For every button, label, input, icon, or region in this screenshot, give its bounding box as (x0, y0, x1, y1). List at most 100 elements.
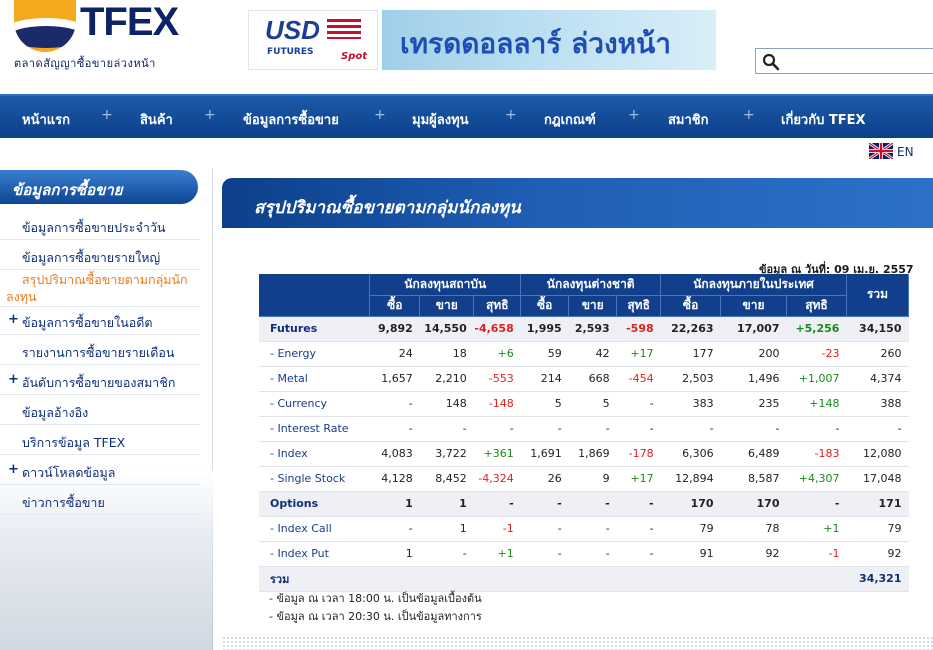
table-cell: 9,892 (369, 316, 420, 342)
sidebar-item-reference[interactable]: ข้อมูลอ้างอิง (0, 399, 200, 425)
row-label: Options (259, 491, 370, 517)
table-cell: 9 (568, 466, 617, 492)
table-cell: - (786, 491, 847, 517)
table-cell: +6 (473, 341, 521, 367)
table-cell: - (369, 416, 420, 442)
total-header: รวม (846, 274, 910, 317)
table-cell: +17 (616, 341, 661, 367)
sidebar-item-label: ข้อมูลอ้างอิง (22, 405, 89, 420)
table-cell: 24 (369, 341, 420, 367)
sidebar-item-large-trading[interactable]: ข้อมูลการซื้อขายรายใหญ่ (0, 244, 200, 270)
sidebar-item-download[interactable]: + ดาวน์โหลดข้อมูล (0, 459, 200, 485)
expand-icon[interactable]: + (8, 312, 19, 327)
nav-separator: + (505, 107, 517, 123)
nav-item-trading-data[interactable]: ข้อมูลการซื้อขาย (243, 109, 339, 130)
row-label: - Energy (259, 341, 370, 367)
table-cell: 42 (568, 341, 617, 367)
content-header: สรุปปริมาณซื้อขายตามกลุ่มนักลงทุน (222, 178, 933, 228)
table-cell: 34,150 (846, 316, 909, 342)
sidebar-item-label: รายงานการซื้อขายรายเดือน (22, 345, 175, 360)
table-cell: - (616, 416, 661, 442)
expand-icon[interactable]: + (8, 372, 19, 387)
uk-flag-icon (869, 143, 893, 159)
nav-item-members[interactable]: สมาชิก (668, 109, 709, 130)
row-label: - Index Call (259, 516, 370, 542)
sidebar-item-data-service[interactable]: บริการข้อมูล TFEX (0, 429, 200, 455)
table-row: - Index Call -1 -1- - -79 78 +1 79 (259, 516, 909, 542)
table-cell: - (520, 516, 569, 542)
footer-dot-pattern (222, 636, 933, 650)
total-value: 34,321 (846, 566, 909, 592)
nav-item-rules[interactable]: กฎเกณฑ์ (544, 109, 596, 130)
table-row: - Index Put 1- +1- - -91 92 -1 92 (259, 541, 909, 567)
nav-item-about[interactable]: เกี่ยวกับ TFEX (781, 109, 866, 130)
total-spacer (369, 566, 847, 592)
table-row: - Energy 24 18 +6 59 42 +17 177 200 -23 260 (259, 341, 909, 367)
sidebar-item-news[interactable]: ข่าวการซื้อขาย (0, 489, 200, 515)
table-cell: 388 (846, 391, 909, 417)
nav-separator: + (743, 107, 755, 123)
table-cell: 2,593 (568, 316, 617, 342)
table-cell: 12,080 (846, 441, 909, 467)
table-cell: 4,128 (369, 466, 420, 492)
nav-item-investor-corner[interactable]: มุมผู้ลงทุน (412, 109, 469, 130)
table-row: Options 1 1- - - -170 170-171 (259, 491, 909, 517)
table-cell: 200 (720, 341, 787, 367)
table-cell: 1,869 (568, 441, 617, 467)
group-header-local: นักลงทุนภายในประเทศ (660, 274, 847, 296)
sidebar-item-investor-summary[interactable]: สรุปปริมาณซื้อขายตามกลุ่มนักลงทุน (0, 271, 200, 307)
table-cell: - (568, 416, 617, 442)
table-cell: - (520, 491, 569, 517)
search-input[interactable] (755, 48, 933, 74)
table-cell: - (369, 516, 420, 542)
table-cell: +4,307 (786, 466, 847, 492)
table-cell: +361 (473, 441, 521, 467)
table-cell: - (720, 416, 787, 442)
table-cell: - (520, 416, 569, 442)
promo-banner[interactable]: USD FUTURES Spot เทรดดอลลาร์ ล่วงหน้า (248, 10, 716, 70)
sub-header-net: สุทธิ (473, 295, 522, 317)
table-cell: -4,658 (473, 316, 521, 342)
usd-label: USD (265, 15, 320, 45)
sidebar-item-daily-trading[interactable]: ข้อมูลการซื้อขายประจำวัน (0, 214, 200, 240)
note-preliminary: - ข้อมูล ณ เวลา 18:00 น. เป็นข้อมูลเบื้อ… (269, 592, 482, 605)
table-cell: 170 (720, 491, 787, 517)
table-cell: - (786, 416, 847, 442)
table-cell: - (568, 516, 617, 542)
sub-header-buy: ซื้อ (660, 295, 722, 317)
nav-separator: + (628, 107, 640, 123)
sidebar-item-historical[interactable]: + ข้อมูลการซื้อขายในอดีต (0, 309, 200, 335)
sidebar-item-label: อันดับการซื้อขายของสมาชิก (22, 375, 176, 390)
table-cell: 383 (660, 391, 721, 417)
table-cell: -148 (473, 391, 521, 417)
page-title: สรุปปริมาณซื้อขายตามกลุ่มนักลงทุน (254, 198, 521, 218)
table-cell: - (616, 491, 661, 517)
nav-item-home[interactable]: หน้าแรก (22, 109, 70, 130)
us-flag-icon (327, 19, 361, 39)
table-cell: 1,995 (520, 316, 569, 342)
row-label: - Currency (259, 391, 370, 417)
usd-futures-logo: USD FUTURES Spot (248, 10, 378, 70)
table-cell: 17,048 (846, 466, 909, 492)
table-cell: 5 (568, 391, 617, 417)
row-label: - Metal (259, 366, 370, 392)
table-cell: -23 (786, 341, 847, 367)
table-cell: -183 (786, 441, 847, 467)
row-label: - Index (259, 441, 370, 467)
table-cell: -454 (616, 366, 661, 392)
sidebar-item-member-ranking[interactable]: + อันดับการซื้อขายของสมาชิก (0, 369, 200, 395)
nav-item-products[interactable]: สินค้า (140, 109, 173, 130)
search-icon[interactable] (762, 53, 780, 71)
table-cell: 6,306 (660, 441, 721, 467)
sidebar-item-monthly-report[interactable]: รายงานการซื้อขายรายเดือน (0, 339, 200, 365)
expand-icon[interactable]: + (8, 462, 19, 477)
logo-subtitle: ตลาดสัญญาซื้อขายล่วงหน้า (14, 57, 156, 70)
row-label: - Single Stock (259, 466, 370, 492)
table-cell: 170 (660, 491, 721, 517)
table-cell: 12,894 (660, 466, 721, 492)
sidebar-item-label: ข่าวการซื้อขาย (22, 495, 105, 510)
table-cell: - (419, 541, 474, 567)
table-cell: 8,452 (419, 466, 474, 492)
tfex-logo[interactable]: TFEX ตลาดสัญญาซื้อขายล่วงหน้า (10, 0, 190, 80)
group-header-institutional: นักลงทุนสถาบัน (369, 274, 522, 296)
